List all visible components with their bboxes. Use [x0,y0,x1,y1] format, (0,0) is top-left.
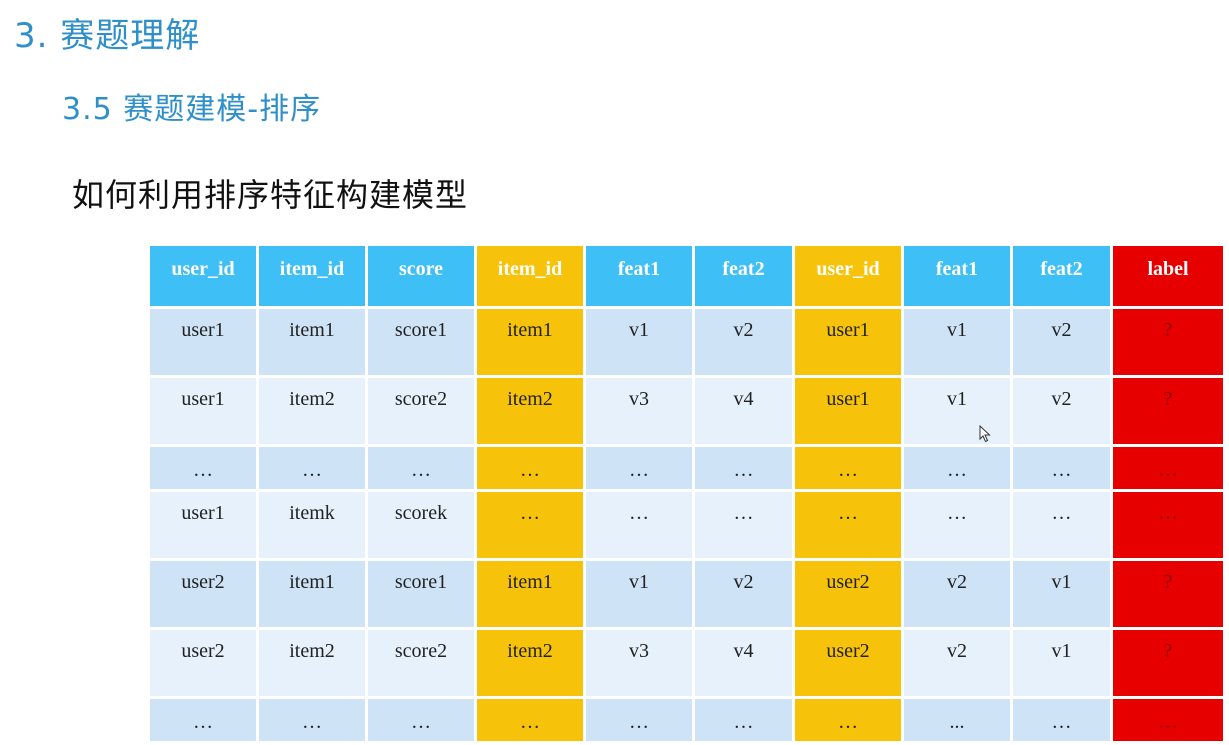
col-header-item-feat2: feat2 [695,246,792,306]
table-row: user2 item1 score1 item1 v1 v2 user2 v2 v1? [150,561,1223,627]
table-row: user1 item1 score1 item1 v1 v2 user1 v1 v2? [150,309,1223,375]
section-title: 3. 赛题理解 [14,16,201,56]
cell-item-feat1: v3 [586,630,692,696]
cell-item-feat1: … [586,492,692,558]
cell-item-feat2: v4 [695,378,792,444]
cell-user-feat1: v2 [904,630,1010,696]
cell-user-id: user1 [150,492,256,558]
col-header-user-feat1: feat1 [904,246,1010,306]
cell-item-id-2: item1 [477,561,583,627]
cell-item-feat2: … [695,699,792,741]
cell-user-id-2: user1 [795,309,901,375]
cell-user-id-2: … [795,699,901,741]
col-header-user-id-2: user_id [795,246,901,306]
question-heading: 如何利用排序特征构建模型 [72,176,469,214]
cell-user-id: user2 [150,630,256,696]
cell-item-id: item1 [259,309,365,375]
cell-item-id-2: item2 [477,630,583,696]
cell-item-id-2: … [477,699,583,741]
cell-item-feat2: … [695,447,792,489]
cell-item-id: item1 [259,561,365,627]
cell-item-id-2: … [477,492,583,558]
cell-item-id-2: item2 [477,378,583,444]
cell-item-feat1: v3 [586,378,692,444]
cell-label: … [1113,492,1223,558]
col-header-user-feat2: feat2 [1013,246,1110,306]
cell-user-feat1: v1 [904,378,1010,444]
cell-user-feat1: ... [904,699,1010,741]
col-header-item-id-2: item_id [477,246,583,306]
cell-label: … [1113,447,1223,489]
mouse-pointer-icon [979,425,991,443]
col-header-score: score [368,246,474,306]
cell-score: score1 [368,561,474,627]
col-header-user-id: user_id [150,246,256,306]
cell-user-feat2: … [1013,492,1110,558]
cell-user-feat2: v2 [1013,309,1110,375]
cell-score: score2 [368,630,474,696]
cell-user-feat2: v2 [1013,378,1110,444]
cell-item-id: item2 [259,378,365,444]
cell-user-feat1: … [904,492,1010,558]
cell-user-feat2: … [1013,447,1110,489]
cell-item-feat1: … [586,699,692,741]
table-row: user1 itemk scorek………………… [150,492,1223,558]
cell-user-id-2: user2 [795,561,901,627]
table-row: ………………………… [150,447,1223,489]
col-header-label: label [1113,246,1223,306]
cell-item-id: … [259,447,365,489]
cell-label: ? [1113,378,1223,444]
cell-item-feat2: … [695,492,792,558]
table-header-row: user_id item_id score item_id feat1 feat… [150,246,1223,306]
cell-user-id: user1 [150,309,256,375]
cell-item-id: itemk [259,492,365,558]
cell-item-feat1: v1 [586,309,692,375]
cell-item-feat2: v4 [695,630,792,696]
cell-item-feat1: v1 [586,561,692,627]
table-row: …………………...…… [150,699,1223,741]
cell-label: ? [1113,561,1223,627]
cell-user-feat2: v1 [1013,630,1110,696]
cell-item-id: item2 [259,630,365,696]
cell-user-feat1: … [904,447,1010,489]
table-row: user1 item2 score2 item2 v3 v4 user1 v1 v2? [150,378,1223,444]
cell-user-feat1: v1 [904,309,1010,375]
cell-score: score1 [368,309,474,375]
cell-score: … [368,699,474,741]
cell-user-id: … [150,699,256,741]
cell-label: … [1113,699,1223,741]
cell-label: ? [1113,630,1223,696]
table-row: user2 item2 score2 item2 v3 v4 user2 v2 v1? [150,630,1223,696]
cell-item-id-2: item1 [477,309,583,375]
cell-item-feat2: v2 [695,561,792,627]
cell-score: … [368,447,474,489]
subsection-title: 3.5 赛题建模-排序 [62,92,322,127]
col-header-item-feat1: feat1 [586,246,692,306]
cell-user-id-2: … [795,492,901,558]
cell-user-id-2: user2 [795,630,901,696]
cell-user-feat2: v1 [1013,561,1110,627]
cell-label: ? [1113,309,1223,375]
cell-user-feat1: v2 [904,561,1010,627]
cell-item-feat2: v2 [695,309,792,375]
cell-user-id: user1 [150,378,256,444]
cell-score: scorek [368,492,474,558]
cell-user-id: user2 [150,561,256,627]
col-header-item-id: item_id [259,246,365,306]
cell-user-id-2: user1 [795,378,901,444]
cell-item-feat1: … [586,447,692,489]
cell-item-id: … [259,699,365,741]
cell-user-feat2: … [1013,699,1110,741]
cell-score: score2 [368,378,474,444]
cell-user-id-2: … [795,447,901,489]
ranking-feature-table: user_id item_id score item_id feat1 feat… [147,243,1226,744]
cell-item-id-2: … [477,447,583,489]
cell-user-id: … [150,447,256,489]
